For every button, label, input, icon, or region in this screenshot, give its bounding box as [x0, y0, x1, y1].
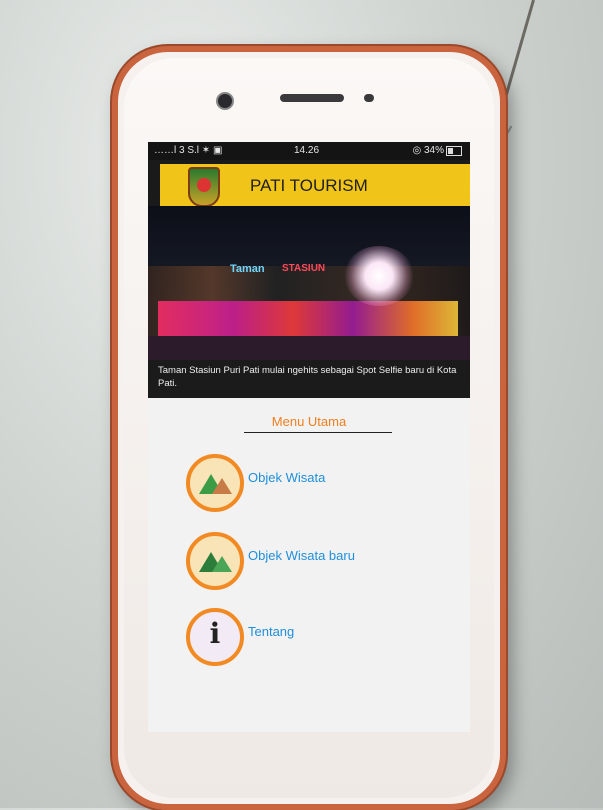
mountain-icon — [186, 532, 244, 590]
info-icon: i — [186, 608, 244, 666]
banner-walkway — [148, 336, 470, 360]
phone-body: ……l 3 S.l ✶ ▣ 14.26 ◎ 34% PATI TOURISM T… — [124, 58, 494, 798]
menu-item-objek-wisata-baru[interactable]: Objek Wisata baru — [186, 532, 446, 592]
menu-title-underline — [244, 432, 392, 433]
regency-crest-icon — [188, 167, 220, 207]
signal-indicators: ……l 3 S.l ✶ ▣ — [154, 145, 223, 156]
earpiece-speaker — [280, 94, 344, 102]
proximity-sensor — [364, 94, 374, 102]
menu-item-label: Objek Wisata — [248, 470, 326, 485]
banner-sign-text: Taman — [230, 263, 265, 275]
mountain-peak — [212, 556, 232, 572]
banner-light-flare — [344, 246, 414, 306]
status-time: 14.26 — [294, 145, 320, 156]
battery-percent: ◎ 34% — [412, 145, 444, 156]
menu-item-tentang[interactable]: i Tentang — [186, 608, 446, 668]
menu-item-label: Tentang — [248, 624, 295, 639]
app-title: PATI TOURISM — [250, 176, 368, 195]
menu-item-objek-wisata[interactable]: Objek Wisata — [186, 454, 446, 514]
status-bar: ……l 3 S.l ✶ ▣ 14.26 ◎ 34% — [148, 142, 470, 160]
battery-icon — [446, 146, 462, 156]
banner-sign-text: STASIUN — [282, 263, 326, 274]
landscape-icon — [186, 454, 244, 512]
banner-caption: Taman Stasiun Puri Pati mulai ngehits se… — [158, 365, 457, 389]
menu-title: Menu Utama — [271, 414, 347, 429]
info-glyph: i — [209, 617, 221, 650]
menu-item-label: Objek Wisata baru — [248, 548, 355, 563]
phone: ……l 3 S.l ✶ ▣ 14.26 ◎ 34% PATI TOURISM T… — [112, 46, 506, 810]
featured-banner-image[interactable]: Taman STASIUN — [148, 206, 470, 360]
landscape-hill — [212, 478, 232, 494]
banner-lights — [158, 301, 458, 337]
front-camera-icon — [216, 92, 234, 110]
phone-screen: ……l 3 S.l ✶ ▣ 14.26 ◎ 34% PATI TOURISM T… — [148, 142, 470, 732]
